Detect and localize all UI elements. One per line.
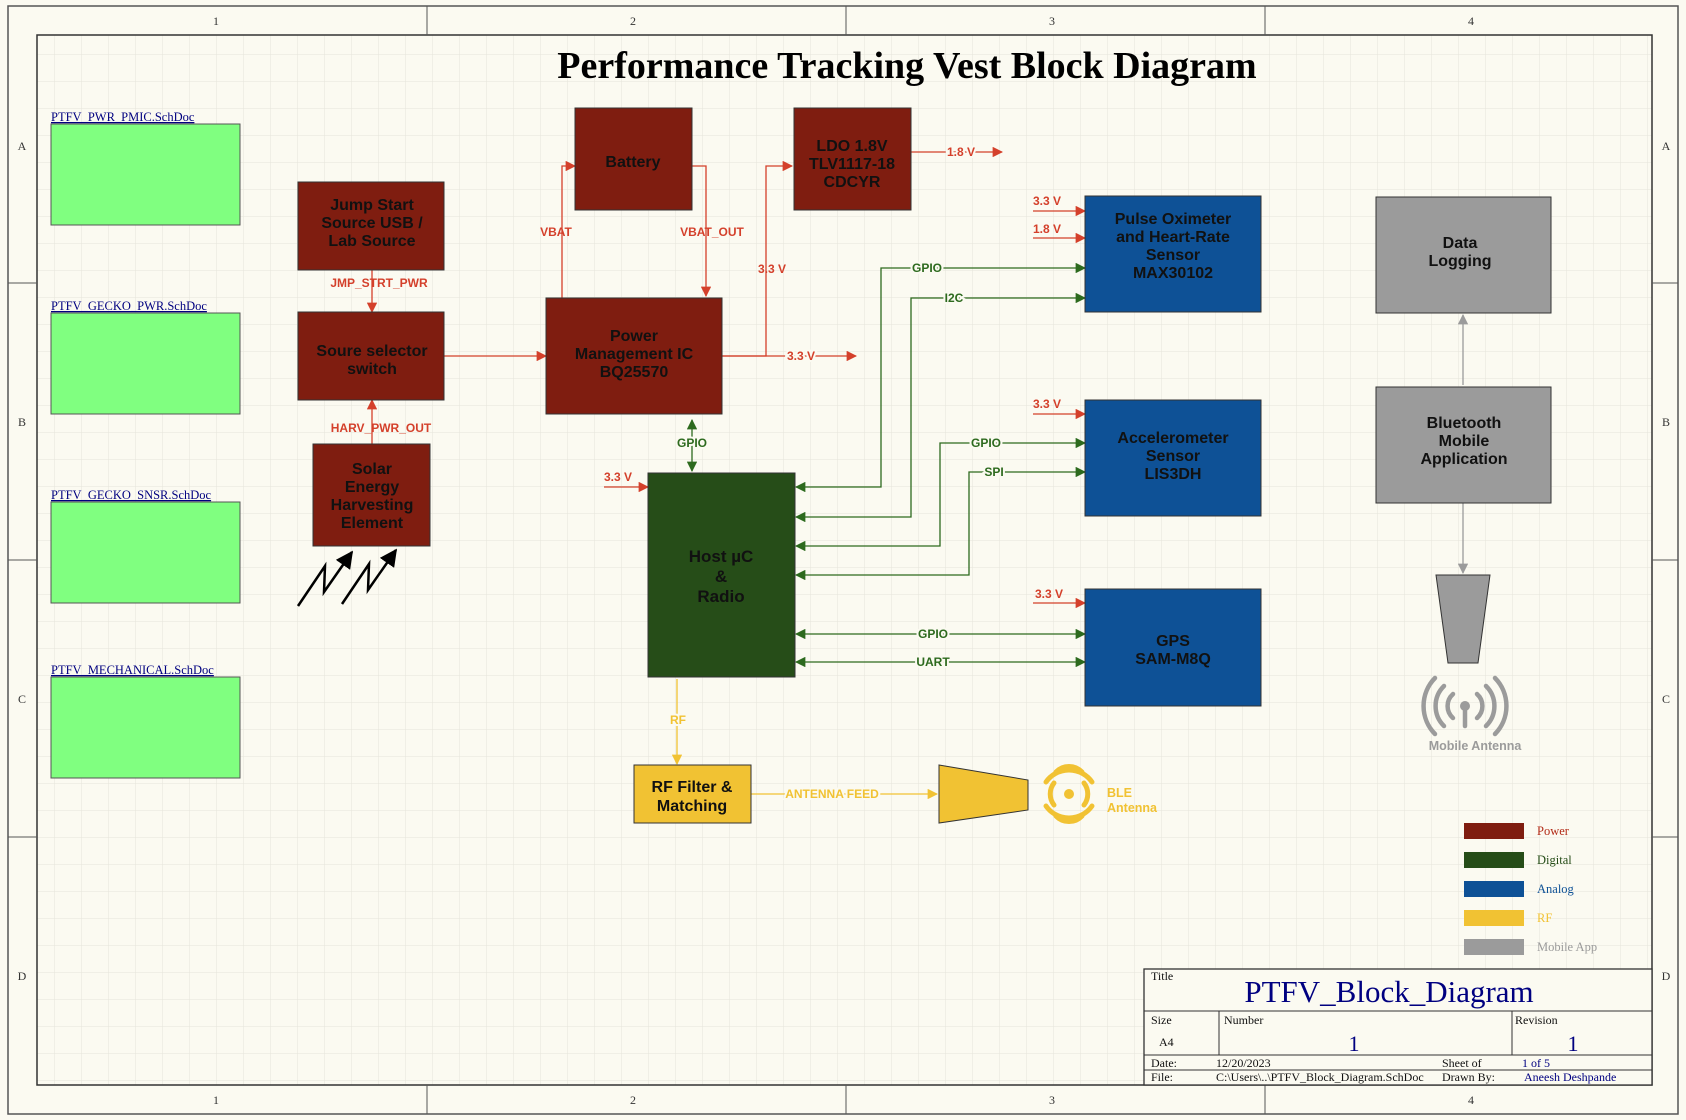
- date-value: 12/20/2023: [1216, 1056, 1271, 1070]
- drawn-by-value: Aneesh Deshpande: [1524, 1070, 1616, 1084]
- number-value: 1: [1349, 1031, 1360, 1056]
- net-harv-pwr-out: HARV_PWR_OUT: [331, 421, 432, 435]
- block-source-selector[interactable]: Soure selector switch: [297, 311, 445, 401]
- net-gpio-gps: GPIO: [918, 627, 948, 641]
- net-3v3-host: 3.3 V: [604, 470, 632, 484]
- net-i2c-pulse: I2C: [945, 291, 964, 305]
- size-label: Size: [1151, 1013, 1172, 1027]
- svg-text:PTFV_MECHANICAL.SchDoc: PTFV_MECHANICAL.SchDoc: [51, 663, 214, 677]
- sheet-value: 1 of 5: [1522, 1056, 1550, 1070]
- drawn-by-label: Drawn By:: [1442, 1070, 1495, 1084]
- net-gpio-pulse: GPIO: [912, 261, 942, 275]
- net-rf: RF: [670, 713, 686, 727]
- mobile-antenna-label: Mobile Antenna: [1429, 739, 1523, 753]
- svg-text:Battery: Battery: [605, 154, 660, 171]
- net-gpio-pmic-host: GPIO: [677, 436, 707, 450]
- block-accelerometer[interactable]: Accelerometer Sensor LIS3DH: [1084, 399, 1262, 517]
- net-spi-accel: SPI: [984, 465, 1003, 479]
- file-value: C:\Users\..\PTFV_Block_Diagram.SchDoc: [1216, 1070, 1424, 1084]
- legend-label-digital: Digital: [1537, 853, 1572, 867]
- net-3v3-ldo-feed: 3.3 V: [758, 262, 786, 276]
- legend-label-power: Power: [1537, 824, 1570, 838]
- row-label-right-b: B: [1662, 415, 1670, 429]
- block-battery[interactable]: Battery: [574, 107, 693, 211]
- row-label-left-c: C: [18, 692, 26, 706]
- svg-text:PTFV_GECKO_SNSR.SchDoc: PTFV_GECKO_SNSR.SchDoc: [51, 488, 212, 502]
- sheet-symbol-gecko-snsr[interactable]: PTFV_GECKO_SNSR.SchDoc: [50, 488, 241, 604]
- sheet-label: Sheet of: [1442, 1056, 1482, 1070]
- title-label: Title: [1151, 969, 1173, 983]
- file-label: File:: [1151, 1070, 1173, 1084]
- legend-swatch-mobile-app: [1464, 939, 1524, 955]
- block-gps[interactable]: GPS SAM-M8Q: [1084, 588, 1262, 707]
- net-gpio-accel: GPIO: [971, 436, 1001, 450]
- legend-swatch-digital: [1464, 852, 1524, 868]
- block-host-uc-radio[interactable]: Host µC & Radio: [647, 472, 796, 678]
- net-1v8-out: 1.8 V: [947, 145, 975, 159]
- block-pmic[interactable]: Power Management IC BQ25570: [545, 297, 723, 415]
- row-label-left-a: A: [18, 139, 27, 153]
- row-label-left-b: B: [18, 415, 26, 429]
- svg-text:PTFV_GECKO_PWR.SchDoc: PTFV_GECKO_PWR.SchDoc: [51, 299, 207, 313]
- col-label-bottom-1: 1: [213, 1093, 219, 1107]
- number-label: Number: [1224, 1013, 1263, 1027]
- legend-swatch-rf: [1464, 910, 1524, 926]
- title-value: PTFV_Block_Diagram: [1244, 974, 1533, 1009]
- legend-swatch-power: [1464, 823, 1524, 839]
- net-3v3-pulse: 3.3 V: [1033, 194, 1061, 208]
- sheet-symbol-gecko-pwr[interactable]: PTFV_GECKO_PWR.SchDoc: [50, 299, 241, 415]
- svg-text:PTFV_PWR_PMIC.SchDoc: PTFV_PWR_PMIC.SchDoc: [51, 110, 195, 124]
- col-label-top-1: 1: [213, 14, 219, 28]
- net-antenna-feed: ANTENNA FEED: [785, 787, 879, 801]
- block-jump-start[interactable]: Jump Start Source USB / Lab Source: [297, 181, 445, 271]
- net-jmp-strt-pwr: JMP_STRT_PWR: [330, 276, 428, 290]
- legend-label-mobile-app: Mobile App: [1537, 940, 1597, 954]
- row-label-right-d: D: [1662, 969, 1671, 983]
- net-3v3-out: 3.3 V: [787, 349, 815, 363]
- net-3v3-gps: 3.3 V: [1035, 587, 1063, 601]
- row-label-left-d: D: [18, 969, 27, 983]
- svg-text:Jump StartSource USB /Lab Sour: Jump Start Source USB / Lab Source: [321, 197, 423, 250]
- block-solar-harvesting[interactable]: Solar Energy Harvesting Element: [312, 443, 431, 547]
- net-vbat-out: VBAT_OUT: [680, 225, 744, 239]
- net-vbat: VBAT: [540, 225, 572, 239]
- sheet-symbol-mechanical[interactable]: PTFV_MECHANICAL.SchDoc: [50, 663, 241, 779]
- sheet-symbol-pwr-pmic[interactable]: PTFV_PWR_PMIC.SchDoc: [50, 110, 241, 226]
- col-label-bottom-2: 2: [630, 1093, 636, 1107]
- block-pulse-oximeter[interactable]: Pulse Oximeter and Heart-Rate Sensor MAX301…: [1084, 195, 1262, 313]
- block-data-logging[interactable]: Data Logging: [1375, 196, 1552, 314]
- title-block: Title PTFV_Block_Diagram Size A4 Number …: [1143, 968, 1653, 1086]
- col-label-bottom-3: 3: [1049, 1093, 1055, 1107]
- schematic-sheet: 1 2 3 4 1 2 3 4 A B C D A B C D Performa…: [7, 5, 1679, 1115]
- revision-label: Revision: [1515, 1013, 1558, 1027]
- col-label-top-4: 4: [1468, 14, 1474, 28]
- legend-label-analog: Analog: [1537, 882, 1575, 896]
- size-value: A4: [1159, 1035, 1174, 1049]
- date-label: Date:: [1151, 1056, 1177, 1070]
- net-3v3-accel: 3.3 V: [1033, 397, 1061, 411]
- col-label-top-2: 2: [630, 14, 636, 28]
- legend-swatch-analog: [1464, 881, 1524, 897]
- block-ldo[interactable]: LDO 1.8V TLV1117-18 CDCYR: [793, 107, 912, 211]
- net-1v8-pulse: 1.8 V: [1033, 222, 1061, 236]
- block-rf-filter[interactable]: RF Filter & Matching: [633, 764, 752, 824]
- legend-label-rf: RF: [1537, 911, 1552, 925]
- diagram-title: Performance Tracking Vest Block Diagram: [557, 45, 1256, 87]
- row-label-right-a: A: [1662, 139, 1671, 153]
- col-label-top-3: 3: [1049, 14, 1055, 28]
- block-bluetooth-app[interactable]: Bluetooth Mobile Application: [1375, 386, 1552, 504]
- revision-value: 1: [1568, 1031, 1579, 1056]
- col-label-bottom-4: 4: [1468, 1093, 1474, 1107]
- net-uart-gps: UART: [916, 655, 950, 669]
- row-label-right-c: C: [1662, 692, 1670, 706]
